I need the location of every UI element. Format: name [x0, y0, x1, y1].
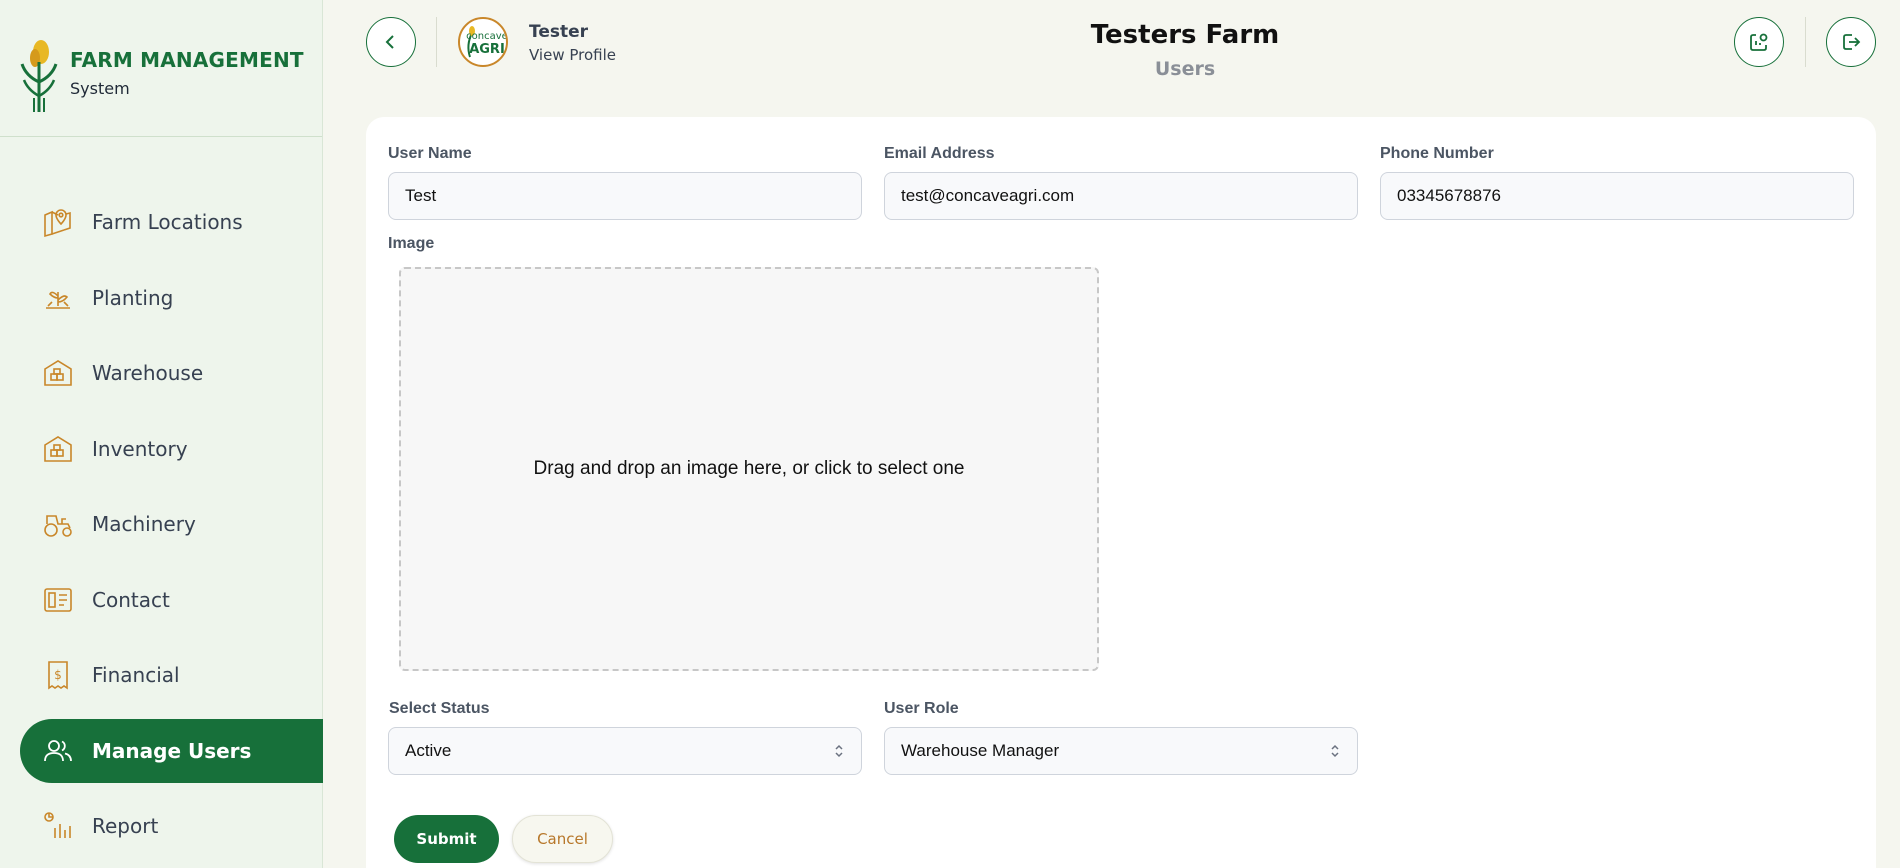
tractor-icon — [42, 508, 74, 540]
submit-button[interactable]: Submit — [394, 815, 499, 863]
plant-icon — [42, 282, 74, 314]
map-pin-icon — [42, 206, 74, 238]
status-value: Active — [405, 741, 452, 760]
email-label: Email Address — [884, 145, 995, 162]
role-select[interactable]: Warehouse Manager — [884, 727, 1358, 775]
sidebar-item-label: Planting — [92, 285, 174, 310]
top-header: concave AGRI Tester View Profile Testers… — [323, 0, 1900, 110]
cancel-button[interactable]: Cancel — [512, 815, 613, 863]
sidebar: FARM MANAGEMENT System Farm Locations Pl… — [0, 0, 323, 868]
sidebar-item-report[interactable]: Report — [20, 794, 323, 858]
sidebar-item-financial[interactable]: $ Financial — [20, 643, 323, 707]
sidebar-item-label: Financial — [92, 663, 180, 687]
brand-subtitle: System — [70, 79, 130, 98]
page-subtitle: Users — [1154, 58, 1216, 80]
sidebar-item-label: Report — [92, 814, 159, 838]
role-label: User Role — [884, 700, 959, 717]
sidebar-nav: Farm Locations Planting Warehouse Invent… — [20, 190, 323, 868]
chevron-updown-icon — [1331, 744, 1339, 758]
wheat-logo-icon — [20, 40, 58, 112]
contact-icon — [42, 584, 74, 616]
report-icon — [42, 810, 74, 842]
brand-title: FARM MANAGEMENT — [70, 48, 304, 72]
header-divider — [1805, 17, 1806, 67]
image-label: Image — [388, 235, 435, 252]
user-form-card: User Name Email Address Phone Number Ima… — [366, 117, 1876, 868]
brand: FARM MANAGEMENT System — [0, 0, 322, 137]
logout-icon — [1843, 34, 1861, 50]
role-value: Warehouse Manager — [901, 741, 1060, 760]
sidebar-item-inventory[interactable]: Inventory — [20, 417, 323, 481]
sidebar-item-planting[interactable]: Planting — [20, 266, 323, 330]
receipt-dollar-icon: $ — [42, 659, 74, 691]
phone-input[interactable] — [1380, 172, 1854, 220]
bell-share-icon — [1750, 33, 1768, 51]
username-label: User Name — [388, 145, 472, 162]
svg-text:$: $ — [54, 668, 62, 682]
farm-title: Testers Farm — [1090, 20, 1280, 50]
chevron-updown-icon — [835, 744, 843, 758]
users-icon — [42, 735, 74, 767]
warehouse-icon — [42, 357, 74, 389]
email-input[interactable] — [884, 172, 1358, 220]
image-dropzone[interactable]: Drag and drop an image here, or click to… — [399, 267, 1099, 671]
sidebar-item-label: Manage Users — [92, 738, 252, 763]
phone-label: Phone Number — [1380, 145, 1494, 162]
sidebar-item-warehouse[interactable]: Warehouse — [20, 341, 323, 405]
username-input[interactable] — [388, 172, 862, 220]
sidebar-item-label: Farm Locations — [92, 210, 243, 234]
sidebar-item-manage-users[interactable]: Manage Users — [20, 718, 323, 783]
sidebar-item-label: Inventory — [92, 436, 188, 461]
sidebar-item-farm-locations[interactable]: Farm Locations — [20, 190, 323, 254]
sidebar-item-machinery[interactable]: Machinery — [20, 492, 323, 556]
dropzone-text: Drag and drop an image here, or click to… — [533, 458, 965, 479]
sidebar-item-contact[interactable]: Contact — [20, 568, 323, 632]
sidebar-item-label: Machinery — [92, 512, 196, 536]
logout-button[interactable] — [1826, 17, 1876, 67]
sidebar-item-label: Warehouse — [92, 361, 204, 385]
status-label: Select Status — [389, 700, 490, 717]
status-select[interactable]: Active — [388, 727, 862, 775]
inventory-icon — [42, 433, 74, 465]
sidebar-item-label: Contact — [92, 587, 170, 612]
notification-button[interactable] — [1734, 17, 1784, 67]
